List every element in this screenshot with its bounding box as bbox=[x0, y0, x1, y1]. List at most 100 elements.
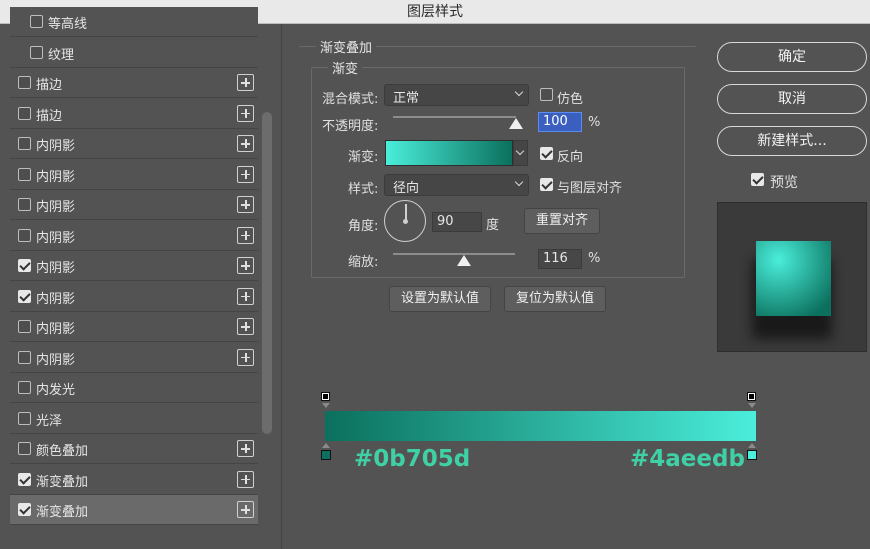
opacity-stop-right-pointer bbox=[748, 403, 756, 408]
add-style-icon[interactable] bbox=[237, 196, 254, 213]
style-list-item[interactable]: 内阴影 bbox=[10, 342, 258, 373]
style-enable-checkbox[interactable] bbox=[18, 106, 31, 120]
style-enable-checkbox[interactable] bbox=[18, 503, 31, 516]
style-list-item-label: 内阴影 bbox=[36, 139, 76, 154]
style-enable-checkbox[interactable] bbox=[18, 228, 31, 242]
style-enable-checkbox[interactable] bbox=[18, 442, 31, 455]
color-stop-left[interactable] bbox=[321, 450, 331, 460]
preview-checkbox[interactable] bbox=[751, 173, 764, 186]
gradient-subgroup-title: 渐变 bbox=[328, 58, 363, 77]
reverse-checkbox[interactable] bbox=[540, 147, 553, 160]
reset-alignment-button[interactable]: 重置对齐 bbox=[524, 208, 600, 234]
opacity-input[interactable]: 100 bbox=[538, 112, 582, 132]
dither-label: 仿色 bbox=[557, 92, 584, 107]
new-style-button[interactable]: 新建样式... bbox=[717, 126, 867, 156]
add-style-icon[interactable] bbox=[237, 226, 254, 244]
panel-divider bbox=[281, 24, 282, 549]
sidebar-scrollbar[interactable] bbox=[262, 112, 272, 434]
style-list-item-label: 描边 bbox=[36, 108, 63, 124]
style-enable-checkbox[interactable] bbox=[18, 198, 31, 211]
style-list-item-label: 内阴影 bbox=[36, 322, 76, 337]
angle-dial-center bbox=[403, 219, 408, 224]
opacity-slider-thumb[interactable] bbox=[509, 118, 523, 129]
style-list-item[interactable]: 内阴影 bbox=[10, 312, 258, 342]
add-style-icon[interactable] bbox=[237, 135, 254, 152]
angle-input[interactable]: 90 bbox=[432, 212, 482, 232]
scale-slider-thumb[interactable] bbox=[456, 255, 471, 266]
gradient-picker-dropdown[interactable] bbox=[513, 140, 528, 166]
style-list-item[interactable]: 颜色叠加 bbox=[10, 434, 258, 464]
style-enable-checkbox[interactable] bbox=[18, 167, 31, 181]
opacity-label: 不透明度: bbox=[322, 119, 379, 134]
cancel-button[interactable]: 取消 bbox=[717, 84, 867, 114]
style-list-item[interactable]: 描边 bbox=[10, 68, 258, 98]
preview-swatch bbox=[756, 241, 831, 316]
style-enable-checkbox[interactable] bbox=[18, 76, 31, 89]
style-list-item[interactable]: 内阴影 bbox=[10, 220, 258, 251]
start-color-hex: #0b705d bbox=[354, 446, 471, 472]
style-enable-checkbox[interactable] bbox=[18, 259, 31, 272]
blend-mode-select[interactable]: 正常 bbox=[384, 84, 529, 106]
style-list-panel: 等高线 纹理 描边 描边 内阴影 内阴影 内阴影 内阴影 内阴影 内阴影 内阴影 内阴影 内发光 光泽 颜色… bbox=[0, 7, 280, 549]
gradient-overlay-title: 渐变叠加 bbox=[316, 37, 377, 56]
style-list-item[interactable]: 渐变叠加 bbox=[10, 495, 258, 525]
opacity-stop-fill bbox=[323, 394, 328, 399]
style-list-item[interactable]: 内发光 bbox=[10, 373, 258, 403]
style-enable-checkbox[interactable] bbox=[18, 320, 31, 333]
add-style-icon[interactable] bbox=[237, 257, 254, 274]
style-list-item[interactable]: 光泽 bbox=[10, 403, 258, 434]
align-with-layer-checkbox[interactable] bbox=[540, 178, 553, 191]
add-style-icon[interactable] bbox=[237, 74, 254, 91]
style-enable-checkbox[interactable] bbox=[18, 350, 31, 364]
style-list-item[interactable]: 描边 bbox=[10, 98, 258, 129]
style-list-item-label: 内阴影 bbox=[36, 200, 76, 215]
reverse-label: 反向 bbox=[557, 150, 584, 165]
opacity-stop-right[interactable] bbox=[747, 392, 756, 401]
chevron-down-icon bbox=[514, 87, 524, 97]
style-list-item[interactable]: 内阴影 bbox=[10, 190, 258, 220]
style-list-item[interactable]: 内阴影 bbox=[10, 281, 258, 312]
add-style-icon[interactable] bbox=[237, 440, 254, 457]
scale-slider-track[interactable] bbox=[393, 253, 515, 255]
style-list-item[interactable]: 内阴影 bbox=[10, 159, 258, 190]
opacity-slider-track[interactable] bbox=[393, 116, 516, 118]
add-style-icon[interactable] bbox=[237, 348, 254, 366]
style-enable-checkbox[interactable] bbox=[18, 289, 31, 303]
add-style-icon[interactable] bbox=[237, 318, 254, 335]
style-enable-checkbox[interactable] bbox=[18, 137, 31, 150]
add-style-icon[interactable] bbox=[237, 104, 254, 122]
opacity-stop-left[interactable] bbox=[321, 392, 330, 401]
add-style-icon[interactable] bbox=[237, 470, 254, 488]
style-list-item[interactable]: 内阴影 bbox=[10, 129, 258, 159]
set-default-button[interactable]: 设置为默认值 bbox=[389, 286, 491, 312]
chevron-down-icon bbox=[514, 177, 524, 187]
scale-unit: % bbox=[588, 251, 601, 266]
style-enable-checkbox[interactable] bbox=[18, 472, 31, 486]
style-list-item-label: 内阴影 bbox=[36, 230, 76, 246]
style-enable-checkbox[interactable] bbox=[30, 45, 43, 59]
style-list-item-label: 颜色叠加 bbox=[36, 444, 89, 459]
angle-dial[interactable] bbox=[384, 200, 426, 242]
scale-input[interactable]: 116 bbox=[538, 249, 582, 269]
style-enable-checkbox[interactable] bbox=[30, 15, 43, 28]
reset-default-button[interactable]: 复位为默认值 bbox=[504, 286, 606, 312]
style-list-item[interactable]: 纹理 bbox=[10, 37, 258, 68]
gradient-swatch[interactable] bbox=[385, 140, 513, 166]
dither-checkbox[interactable] bbox=[540, 88, 553, 101]
style-list-item[interactable]: 内阴影 bbox=[10, 251, 258, 281]
style-enable-checkbox[interactable] bbox=[18, 411, 31, 425]
ok-button[interactable]: 确定 bbox=[717, 42, 867, 72]
gradient-bar[interactable] bbox=[325, 411, 756, 441]
add-style-icon[interactable] bbox=[237, 501, 254, 518]
gradient-style-select[interactable]: 径向 bbox=[384, 174, 529, 196]
style-list-item[interactable]: 渐变叠加 bbox=[10, 464, 258, 495]
color-stop-right[interactable] bbox=[747, 450, 757, 460]
style-enable-checkbox[interactable] bbox=[18, 381, 31, 394]
opacity-stop-left-pointer bbox=[322, 403, 330, 408]
add-style-icon[interactable] bbox=[237, 165, 254, 183]
angle-unit: 度 bbox=[486, 218, 500, 233]
style-list-item-label: 纹理 bbox=[48, 47, 75, 63]
style-list-item-label: 内阴影 bbox=[36, 291, 76, 307]
style-list-item[interactable]: 等高线 bbox=[10, 7, 258, 37]
add-style-icon[interactable] bbox=[237, 287, 254, 305]
